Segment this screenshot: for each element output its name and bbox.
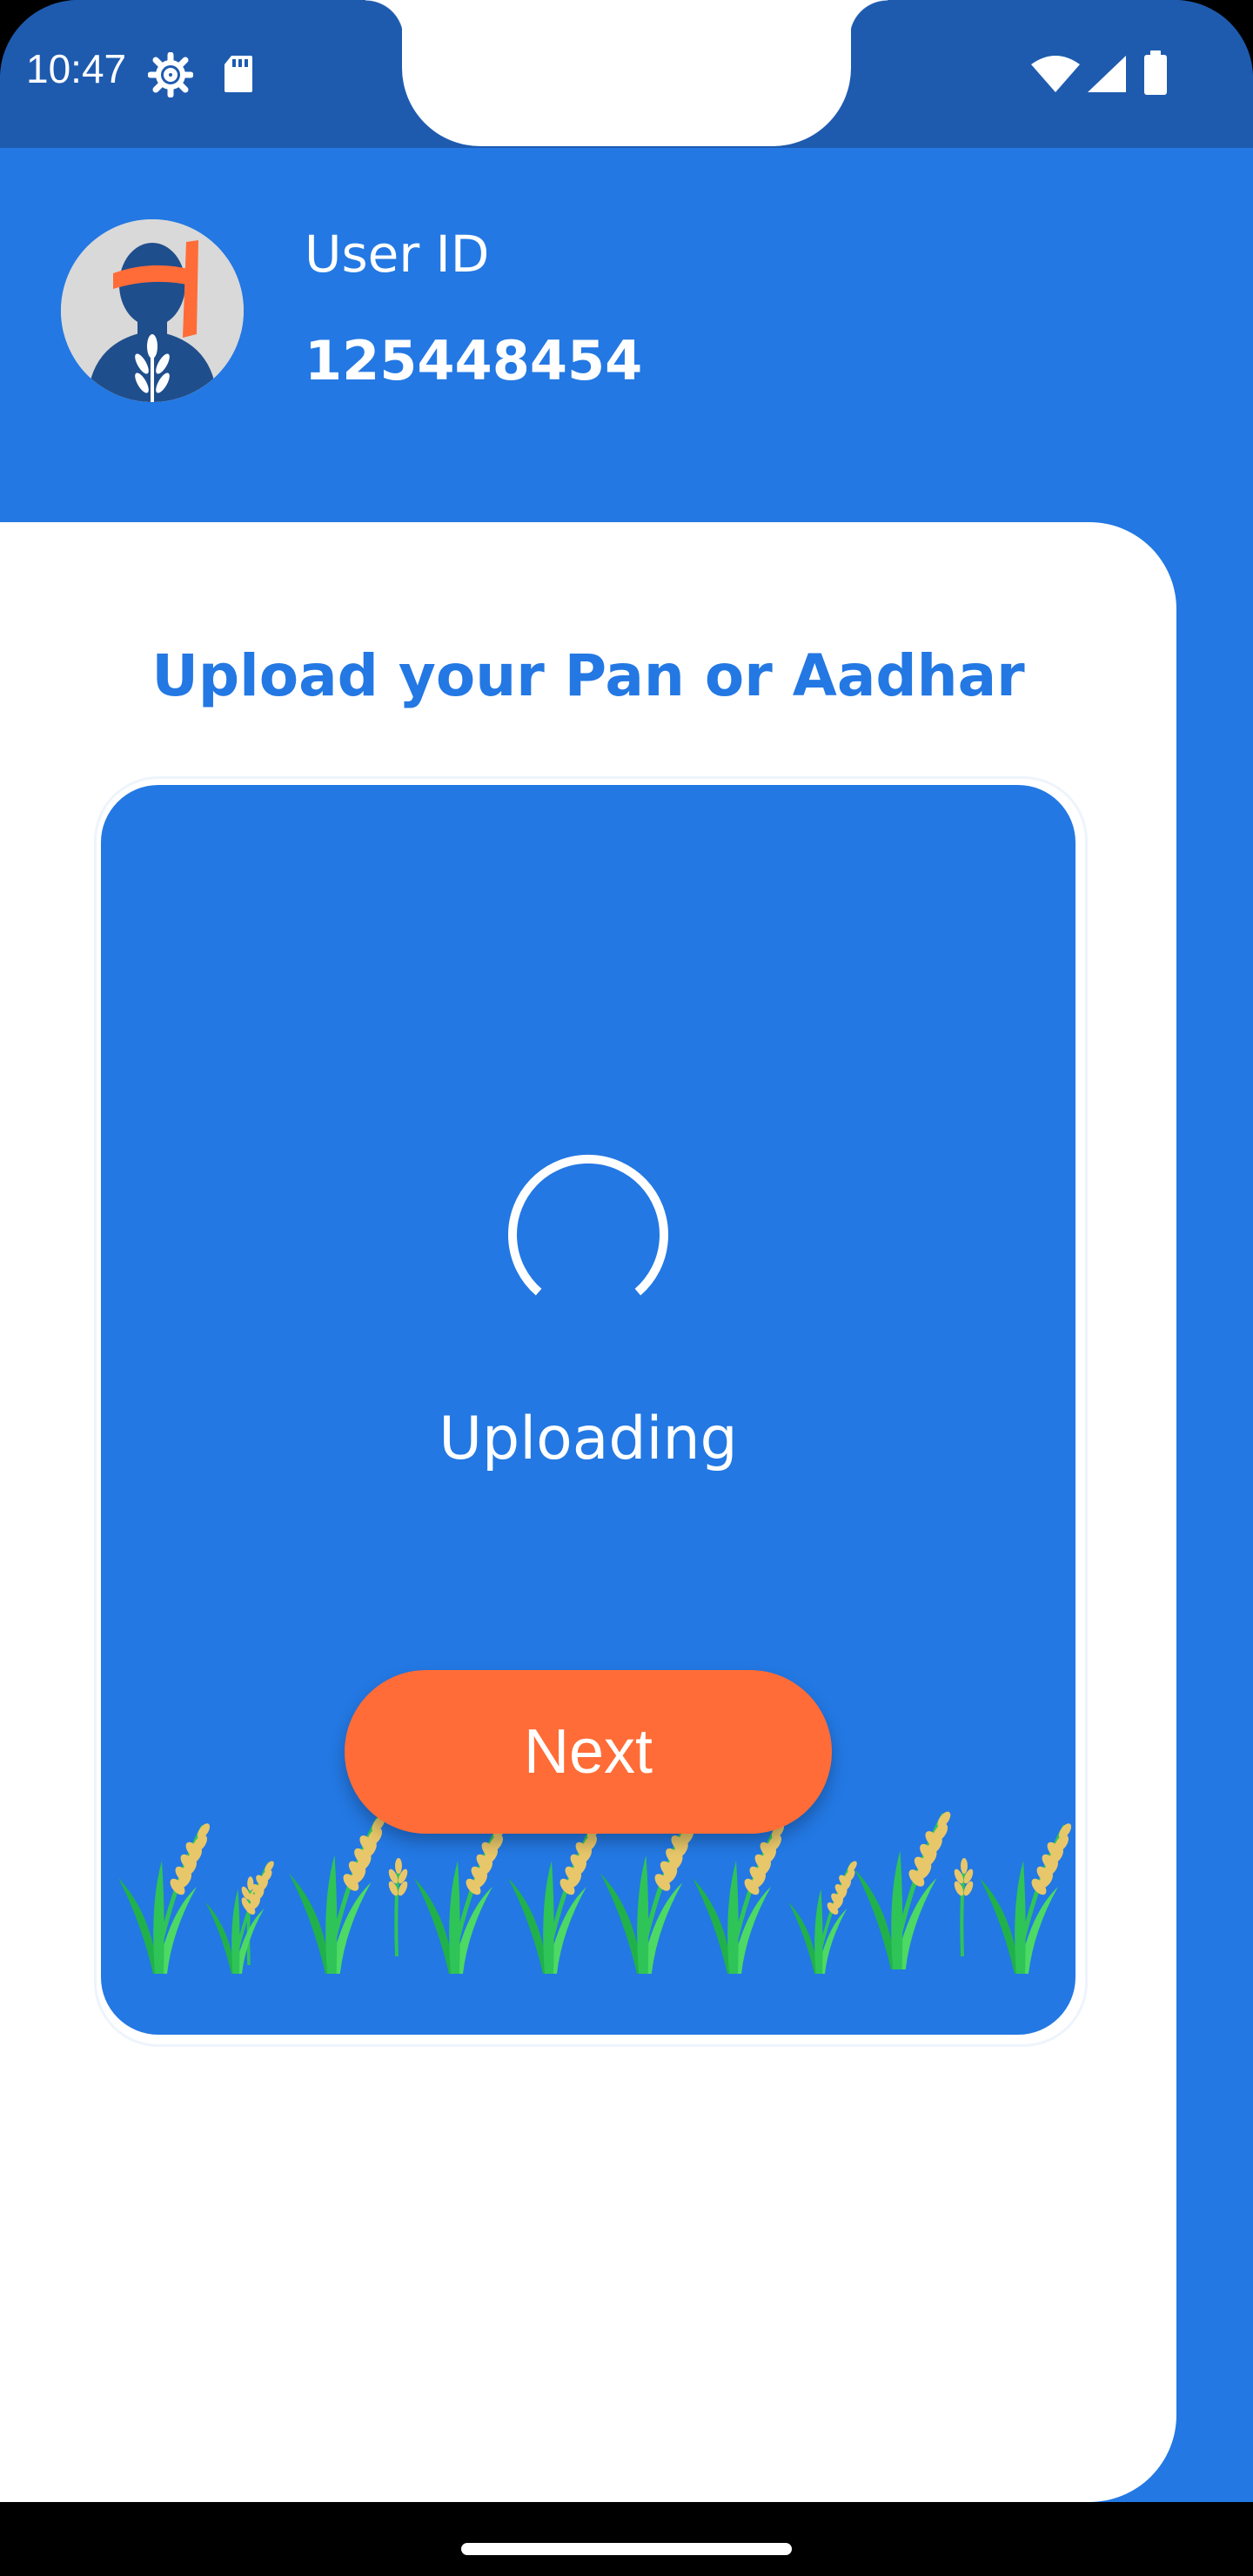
upload-status-text: Uploading bbox=[439, 1405, 738, 1473]
sd-card-icon bbox=[223, 54, 254, 97]
page-title: Upload your Pan or Aadhar bbox=[151, 642, 1025, 709]
user-id-value: 125448454 bbox=[305, 329, 643, 392]
navigation-bar bbox=[0, 2502, 1253, 2576]
wifi-icon bbox=[1030, 54, 1081, 97]
upload-card: Upload your Pan or Aadhar Uploading Next bbox=[0, 522, 1176, 2502]
user-id-label: User ID bbox=[305, 225, 490, 284]
next-button[interactable]: Next bbox=[345, 1670, 832, 1834]
battery-icon bbox=[1143, 50, 1168, 99]
status-time: 10:47 bbox=[26, 46, 127, 91]
status-bar: 10:47 bbox=[0, 0, 1253, 148]
notch-corner bbox=[365, 0, 404, 38]
farmer-avatar-icon bbox=[61, 219, 244, 402]
home-indicator[interactable] bbox=[461, 2543, 792, 2555]
notch-corner bbox=[849, 0, 888, 38]
avatar[interactable] bbox=[61, 219, 244, 402]
settings-gear-icon bbox=[147, 51, 194, 101]
upload-dropzone[interactable]: Uploading bbox=[101, 785, 1075, 2035]
cellular-signal-icon bbox=[1086, 54, 1128, 97]
app-screen: 10:47 User ID 125448454 Upload your Pan … bbox=[0, 0, 1253, 2502]
camera-notch bbox=[402, 0, 851, 146]
loading-spinner-icon bbox=[508, 1154, 668, 1296]
